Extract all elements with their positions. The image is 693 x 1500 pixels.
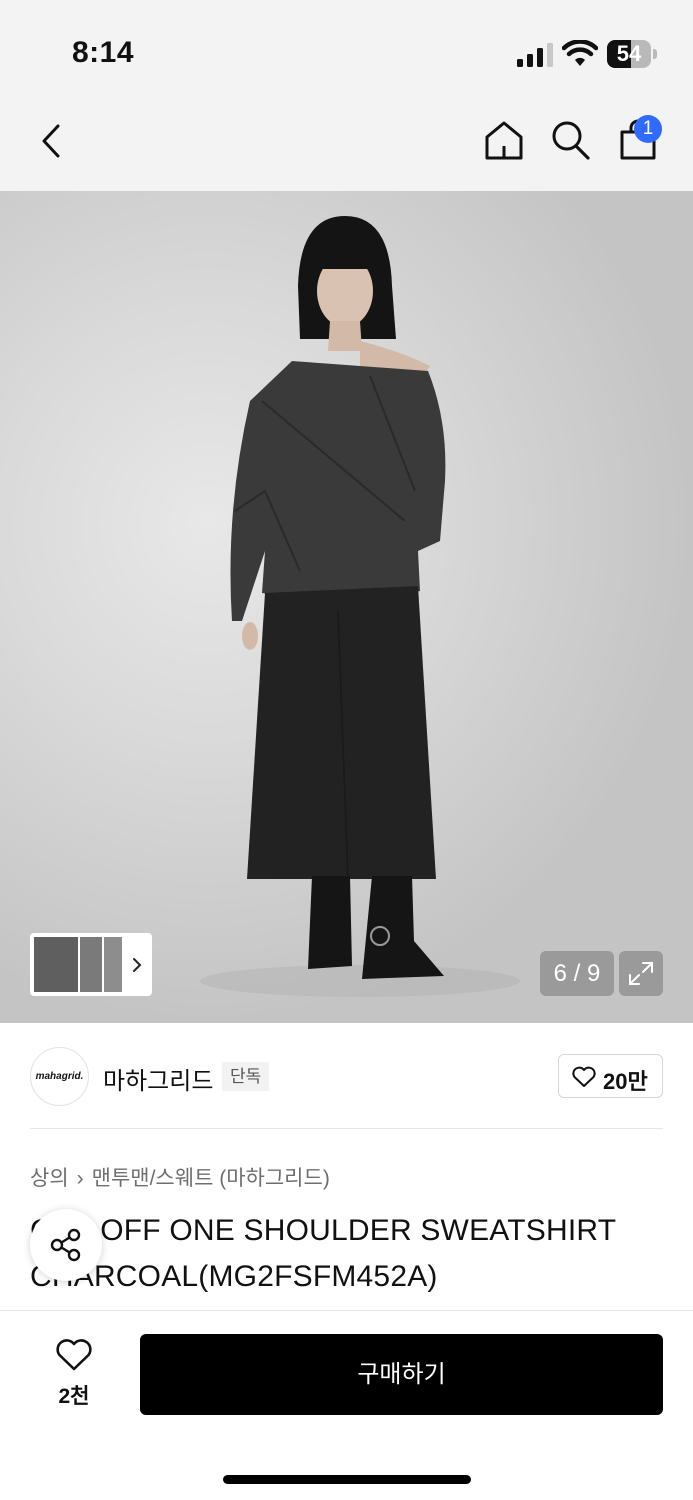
divider [0,1310,693,1311]
battery-icon: 54 [607,40,657,68]
heart-icon [572,1066,596,1087]
buy-button[interactable]: 구매하기 [140,1334,663,1415]
home-icon[interactable] [482,118,526,162]
share-icon [50,1228,81,1262]
cellular-signal-icon [517,43,553,67]
back-icon[interactable] [30,119,74,163]
breadcrumb: 상의 › 맨투맨/스웨트 (마하그리드) [30,1162,330,1192]
brand-like-count: 20만 [603,1069,648,1094]
thumbnail[interactable] [80,937,102,992]
image-page-counter: 6 / 9 [540,951,614,996]
model-illustration [200,216,520,997]
brand-like-button[interactable]: 20만 [558,1054,663,1098]
status-bar: 8:14 54 [0,0,693,95]
expand-button[interactable] [619,951,663,996]
wishlist-count: 2천 [58,1385,90,1408]
brand-name[interactable]: 마하그리드 [103,1061,213,1096]
wishlist-button[interactable]: 2천 [44,1336,104,1412]
heart-icon [56,1339,92,1371]
chevron-right-icon[interactable] [130,956,144,974]
expand-icon [629,962,653,985]
product-image[interactable] [0,191,693,1023]
divider [30,1128,663,1129]
home-indicator [223,1475,471,1484]
exclusive-badge: 단독 [222,1062,270,1091]
chevron-right-icon: › [76,1167,84,1190]
thumbnail[interactable] [104,937,122,992]
wifi-icon [562,40,598,66]
breadcrumb-category[interactable]: 상의 [30,1167,69,1190]
battery-percent: 54 [616,41,642,66]
product-title: CUT OFF ONE SHOULDER SWEATSHIRT CHARCOAL… [30,1214,616,1293]
status-time: 8:14 [72,36,135,69]
cart-count-badge: 1 [634,115,662,143]
search-icon[interactable] [548,118,592,162]
thumbnail[interactable] [34,937,78,992]
top-nav [0,95,693,191]
brand-logo[interactable]: mahagrid. [30,1047,89,1106]
breadcrumb-subcategory[interactable]: 맨투맨/스웨트 (마하그리드) [92,1167,330,1190]
share-button[interactable] [30,1209,102,1281]
